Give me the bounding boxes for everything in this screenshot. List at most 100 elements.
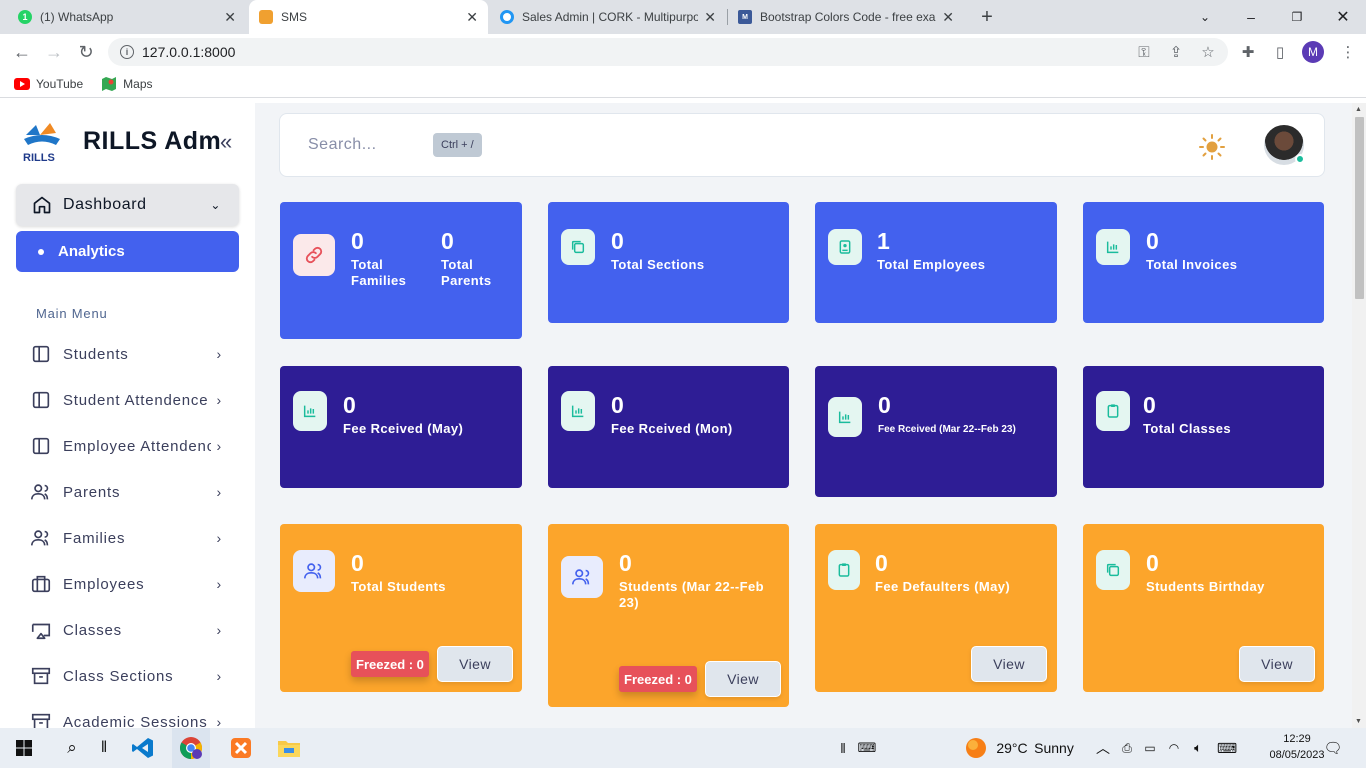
view-students-year-button[interactable]: View [705, 661, 781, 697]
bookmark-label: Maps [123, 76, 153, 91]
browser-tab-bar: 1 (1) WhatsApp ✕ SMS ✕ Sales Admin | COR… [0, 0, 1366, 34]
total-employees-value: 1 [877, 228, 890, 254]
back-arrow-icon[interactable]: ← [6, 34, 38, 70]
close-tab-icon[interactable]: ✕ [942, 9, 954, 26]
users-icon [293, 550, 335, 592]
chevron-right-icon: › [216, 714, 222, 728]
bookmark-maps[interactable]: Maps [101, 76, 153, 92]
volume-icon[interactable]: 🔈︎ [1188, 728, 1208, 768]
tab-sms[interactable]: SMS ✕ [249, 0, 488, 34]
sidebar-item-dashboard[interactable]: Dashboard ⌄ [16, 184, 239, 226]
task-view-icon[interactable]: ‖ [94, 728, 114, 768]
sidebar-item-classes[interactable]: Classes › [30, 615, 226, 645]
wifi-icon[interactable]: ◠ [1164, 728, 1184, 768]
card-total-classes: 0 Total Classes [1083, 366, 1324, 488]
sidebar-item-student-attendence[interactable]: Student Attendence › [30, 385, 226, 415]
sidebar-item-analytics[interactable]: Analytics [16, 231, 239, 272]
sidebar-item-parents[interactable]: Parents › [30, 477, 226, 507]
extensions-icon[interactable]: ✚ [1234, 38, 1262, 66]
app-root: RILLS RILLS Adm « Dashboard ⌄ Analytics … [0, 103, 1352, 728]
restore-button[interactable]: ❐ [1274, 0, 1320, 34]
tab-title: SMS [281, 10, 308, 24]
battery-icon[interactable]: ▭ [1140, 728, 1160, 768]
students-birthday-label: Students Birthday [1146, 579, 1265, 594]
scrollbar-thumb[interactable] [1355, 117, 1364, 299]
xampp-icon[interactable] [222, 728, 260, 768]
tab-title: Sales Admin | CORK - Multipurpose [522, 10, 699, 24]
bar-chart-icon [293, 391, 327, 431]
file-explorer-icon[interactable] [270, 728, 308, 768]
chevron-up-icon[interactable]: ︿ [1094, 728, 1112, 768]
total-employees-label: Total Employees [877, 257, 986, 272]
cork-favicon-icon [500, 10, 514, 24]
total-families-value: 0 [351, 228, 364, 254]
bookmark-youtube[interactable]: YouTube [14, 77, 83, 91]
search-icon[interactable]: ⌕ [56, 728, 88, 768]
chevron-right-icon: › [216, 484, 222, 500]
sidebar-item-employee-attendence[interactable]: Employee Attendence › [30, 431, 226, 461]
chrome-taskbar-icon[interactable] [172, 728, 210, 768]
freezed-badge: Freezed : 0 [619, 666, 697, 692]
chevron-right-icon: › [216, 576, 222, 592]
sidebar-item-class-sections[interactable]: Class Sections › [30, 661, 226, 691]
forward-arrow-icon[interactable]: → [38, 34, 70, 70]
view-students-button[interactable]: View [437, 646, 513, 682]
minimize-button[interactable]: – [1228, 0, 1274, 34]
users-icon [31, 484, 49, 500]
meet-now-icon[interactable]: ⎙ [1118, 728, 1136, 768]
windows-start-icon[interactable] [8, 728, 40, 768]
close-tab-icon[interactable]: ✕ [224, 9, 236, 26]
key-icon[interactable]: ⚿ [1130, 38, 1158, 66]
bar-chart-icon [1096, 229, 1130, 265]
tab-sales-admin[interactable]: Sales Admin | CORK - Multipurpose ✕ [490, 0, 726, 34]
bookmark-star-icon[interactable]: ☆ [1194, 38, 1222, 66]
profile-button[interactable]: M [1299, 38, 1327, 66]
close-window-button[interactable]: ✕ [1320, 0, 1366, 34]
chevron-right-icon: › [216, 622, 222, 638]
total-classes-label: Total Classes [1143, 421, 1232, 436]
url-omnibox[interactable]: i 127.0.0.1:8000 [108, 38, 1228, 66]
tab-bootstrap-colors[interactable]: M Bootstrap Colors Code - free exa ✕ [728, 0, 964, 34]
side-panel-icon[interactable]: ▯ [1266, 38, 1294, 66]
users-icon [561, 556, 603, 598]
site-info-icon[interactable]: i [120, 45, 134, 59]
view-defaulters-button[interactable]: View [971, 646, 1047, 682]
notifications-icon[interactable]: 🗨︎ [1318, 728, 1348, 768]
card-students-birthday: 0 Students Birthday View [1083, 524, 1324, 692]
new-tab-button[interactable]: + [970, 0, 1004, 34]
tab-title: Bootstrap Colors Code - free exa [760, 10, 936, 24]
card-fee-received-mon: 0 Fee Rceived (Mon) [548, 366, 789, 488]
copy-icon [561, 229, 595, 265]
share-icon[interactable]: ⇪ [1162, 38, 1190, 66]
view-birthday-button[interactable]: View [1239, 646, 1315, 682]
students-year-label: Students (Mar 22--Feb 23) [619, 579, 764, 610]
user-avatar[interactable] [1264, 125, 1305, 165]
sidebar-item-families[interactable]: Families › [30, 523, 226, 553]
scroll-down-icon[interactable]: ▼ [1355, 718, 1362, 725]
tab-search-icon[interactable]: ⌄ [1182, 0, 1228, 34]
close-tab-icon[interactable]: ✕ [466, 9, 478, 26]
online-status-dot [1295, 154, 1305, 164]
chevron-right-icon: › [216, 346, 222, 362]
language-keyboard-icon[interactable]: ⌨ [1214, 728, 1240, 768]
sidebar-item-students[interactable]: Students › [30, 339, 226, 369]
sidebar-item-academic-sessions[interactable]: Academic Sessions › [30, 707, 226, 728]
chevron-right-icon: › [216, 668, 222, 684]
sun-icon[interactable] [1199, 134, 1225, 160]
reload-icon[interactable]: ↻ [70, 34, 102, 70]
scroll-up-icon[interactable]: ▲ [1355, 106, 1362, 113]
chrome-menu-icon[interactable]: ⋮ [1334, 38, 1362, 66]
total-parents-value: 0 [441, 228, 454, 254]
search-input[interactable]: Search... [308, 136, 377, 154]
fee-received-year-value: 0 [878, 392, 891, 418]
logo-text: RILLS [23, 152, 55, 163]
sidebar-item-employees[interactable]: Employees › [30, 569, 226, 599]
weather-sun-icon[interactable] [962, 728, 990, 768]
close-tab-icon[interactable]: ✕ [704, 9, 716, 26]
keyboard-icon[interactable]: ⌨ [856, 728, 878, 768]
collapse-sidebar-icon[interactable]: « [220, 129, 232, 155]
vscode-icon[interactable] [124, 728, 162, 768]
page-scrollbar[interactable]: ▲ ▼ [1352, 103, 1366, 728]
tab-whatsapp[interactable]: 1 (1) WhatsApp ✕ [8, 0, 246, 34]
youtube-icon [14, 77, 30, 90]
